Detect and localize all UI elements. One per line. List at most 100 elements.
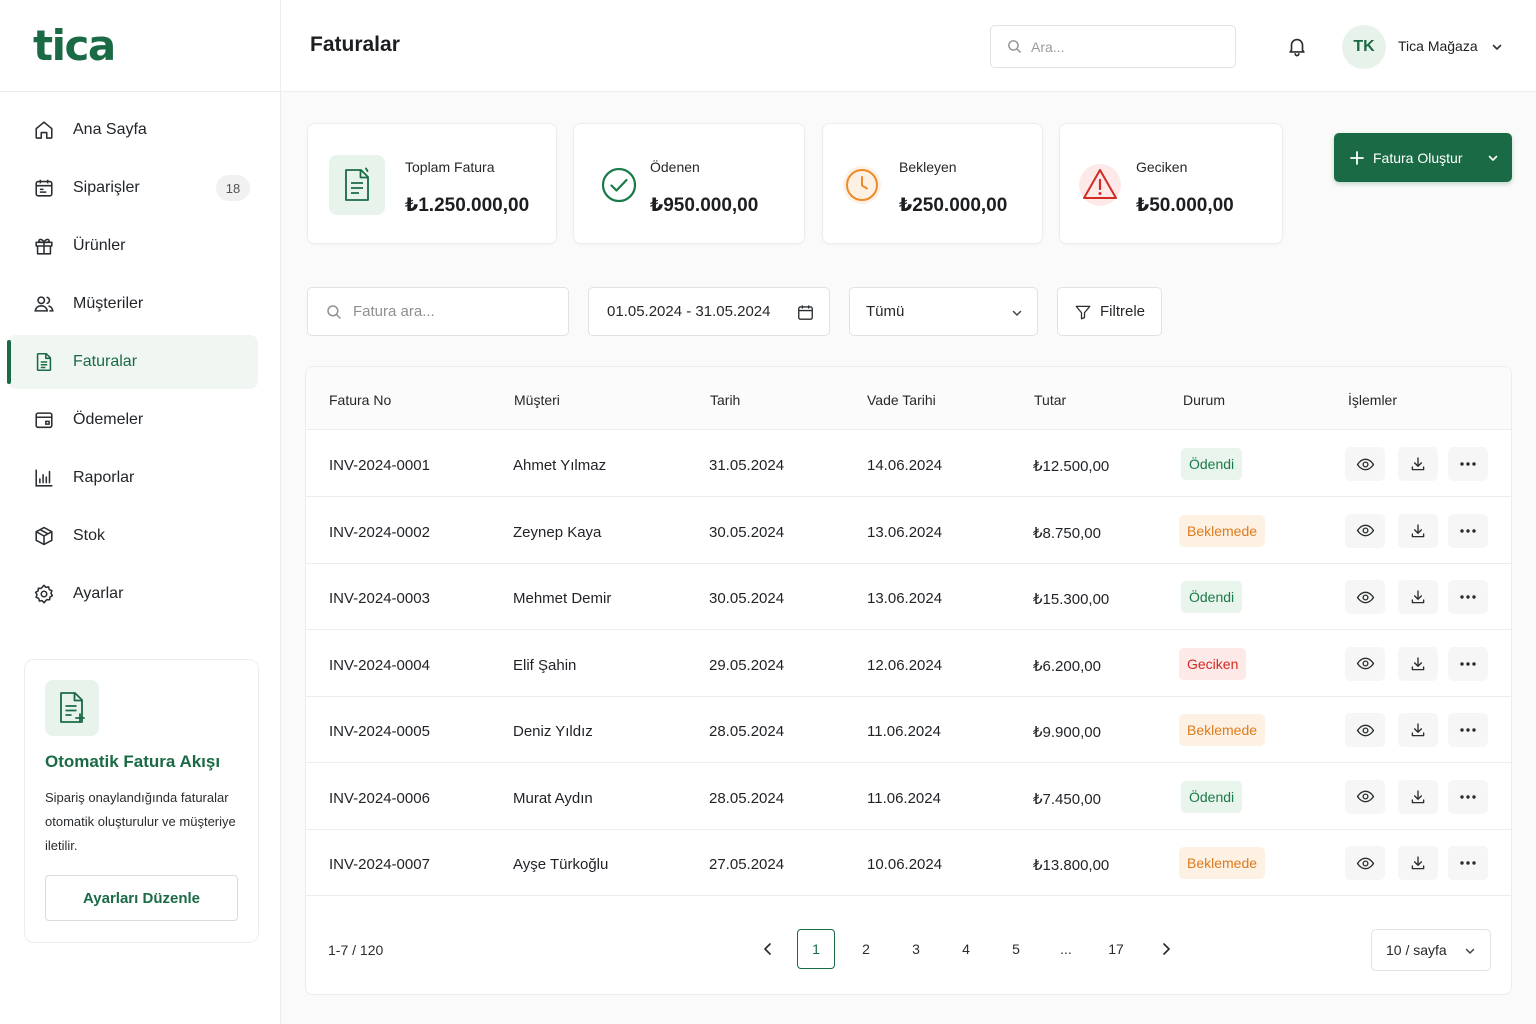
sidebar-item-stock[interactable]: Stok xyxy=(8,509,258,563)
invoice-date: 30.05.2024 xyxy=(709,523,785,541)
invoice-amount: ₺15.300,00 xyxy=(1033,591,1110,608)
column-header-invoice-no[interactable]: Fatura No xyxy=(329,392,391,408)
sidebar-item-customers[interactable]: Müşteriler xyxy=(8,277,258,331)
pagination-prev-button[interactable] xyxy=(749,929,787,969)
page-size-select[interactable]: 10 / sayfa xyxy=(1371,929,1491,971)
sidebar-item-payments[interactable]: Ödemeler xyxy=(8,393,258,447)
table-row[interactable]: INV-2024-0005 Deniz Yıldız 28.05.2024 11.06… xyxy=(306,696,1511,763)
table-row[interactable]: INV-2024-0003 Mehmet Demir 30.05.2024 13.06… xyxy=(306,563,1511,630)
chevron-down-icon xyxy=(1465,948,1475,954)
download-invoice-button[interactable] xyxy=(1398,513,1438,548)
more-actions-button[interactable] xyxy=(1448,580,1488,614)
user-name[interactable]: Tica Mağaza xyxy=(1398,38,1478,54)
invoice-add-icon xyxy=(45,680,99,736)
sidebar-item-label: Siparişler xyxy=(73,179,140,196)
table-row[interactable]: INV-2024-0004 Elif Şahin 29.05.2024 12.06.2… xyxy=(306,630,1511,697)
table-row[interactable]: INV-2024-0001 Ahmet Yılmaz 31.05.2024 14.06… xyxy=(306,430,1511,497)
invoice-number[interactable]: INV-2024-0006 xyxy=(329,790,430,807)
status-select[interactable]: Tümü xyxy=(849,287,1038,336)
column-header-date[interactable]: Tarih xyxy=(710,392,740,408)
pagination-ellipsis: ... xyxy=(1060,941,1072,957)
invoice-search-input[interactable] xyxy=(353,303,543,320)
pagination-page-3[interactable]: 3 xyxy=(897,929,935,969)
invoice-table: Fatura No Müşteri Tarih Vade Tarihi Tuta… xyxy=(305,366,1512,995)
more-actions-button[interactable] xyxy=(1448,447,1488,481)
view-invoice-button[interactable] xyxy=(1345,846,1385,880)
more-actions-button[interactable] xyxy=(1448,646,1488,681)
pagination-page-17[interactable]: 17 xyxy=(1097,929,1135,969)
chevron-down-icon[interactable] xyxy=(1487,152,1499,164)
invoice-number[interactable]: INV-2024-0001 xyxy=(329,457,430,474)
view-invoice-button[interactable] xyxy=(1345,646,1385,681)
date-range-picker[interactable]: 01.05.2024 - 31.05.2024 xyxy=(588,287,830,336)
pagination-next-button[interactable] xyxy=(1147,929,1185,969)
column-header-customer[interactable]: Müşteri xyxy=(514,392,560,408)
more-actions-button[interactable] xyxy=(1448,513,1488,548)
pagination-page-4[interactable]: 4 xyxy=(947,929,985,969)
view-invoice-button[interactable] xyxy=(1345,447,1385,481)
create-invoice-label: Fatura Oluştur xyxy=(1373,149,1463,166)
due-date: 13.06.2024 xyxy=(867,590,943,607)
eye-icon xyxy=(1356,591,1374,603)
invoice-search-box[interactable] xyxy=(307,287,569,336)
create-invoice-button[interactable]: Fatura Oluştur xyxy=(1334,133,1512,182)
view-invoice-button[interactable] xyxy=(1345,513,1385,548)
column-header-due-date[interactable]: Vade Tarihi xyxy=(867,392,936,408)
header-search-box[interactable] xyxy=(990,25,1236,68)
notifications-button[interactable] xyxy=(1286,35,1308,57)
eye-icon xyxy=(1356,724,1374,736)
download-invoice-button[interactable] xyxy=(1398,580,1438,614)
pagination-page-1[interactable]: 1 xyxy=(797,929,835,969)
stat-card-total: Toplam Fatura ₺1.250.000,00 xyxy=(307,123,557,244)
download-invoice-button[interactable] xyxy=(1398,646,1438,681)
pagination-page-2[interactable]: 2 xyxy=(847,929,885,969)
pagination-page-5[interactable]: 5 xyxy=(997,929,1035,969)
download-icon xyxy=(1411,523,1425,537)
more-actions-button[interactable] xyxy=(1448,846,1488,880)
sidebar-item-home[interactable]: Ana Sayfa xyxy=(8,103,258,157)
invoice-number[interactable]: INV-2024-0002 xyxy=(329,524,430,541)
sidebar-item-invoices[interactable]: Faturalar xyxy=(7,335,258,389)
edit-settings-button[interactable]: Ayarları Düzenle xyxy=(45,875,238,921)
status-badge: Ödendi xyxy=(1181,780,1243,813)
more-actions-button[interactable] xyxy=(1448,779,1488,814)
download-invoice-button[interactable] xyxy=(1398,846,1438,880)
sidebar-item-orders[interactable]: Siparişler 18 xyxy=(8,161,258,215)
view-invoice-button[interactable] xyxy=(1345,779,1385,814)
status-badge: Ödendi xyxy=(1181,581,1243,613)
logo-area: tica xyxy=(0,0,280,92)
view-invoice-button[interactable] xyxy=(1345,580,1385,614)
eye-icon xyxy=(1356,657,1374,670)
sidebar-item-label: Ödemeler xyxy=(73,411,144,428)
due-date: 13.06.2024 xyxy=(867,523,943,541)
invoice-amount: ₺12.500,00 xyxy=(1033,458,1110,475)
invoice-number[interactable]: INV-2024-0004 xyxy=(329,657,430,674)
promo-text: Sipariş onaylandığında faturalar otomati… xyxy=(45,790,236,853)
more-horizontal-icon xyxy=(1460,462,1476,466)
table-row[interactable]: INV-2024-0002 Zeynep Kaya 30.05.2024 13.06.… xyxy=(306,497,1511,564)
column-header-status[interactable]: Durum xyxy=(1183,392,1225,408)
download-icon xyxy=(1411,789,1425,803)
sidebar-item-reports[interactable]: Raporlar xyxy=(8,451,258,505)
download-invoice-button[interactable] xyxy=(1398,713,1438,747)
invoice-number[interactable]: INV-2024-0003 xyxy=(329,590,430,607)
invoice-number[interactable]: INV-2024-0005 xyxy=(329,723,430,740)
column-header-amount[interactable]: Tutar xyxy=(1034,392,1066,408)
sidebar-item-products[interactable]: Ürünler xyxy=(8,219,258,273)
column-header-actions: İşlemler xyxy=(1348,392,1398,408)
header-search-input[interactable] xyxy=(1031,38,1221,55)
avatar[interactable]: TK xyxy=(1342,25,1386,69)
chevron-down-icon[interactable] xyxy=(1491,41,1503,53)
brand-logo[interactable]: tica xyxy=(33,21,116,70)
more-actions-button[interactable] xyxy=(1448,713,1488,747)
filter-button[interactable]: Filtrele xyxy=(1057,287,1162,336)
invoice-amount: ₺7.450,00 xyxy=(1033,790,1101,808)
invoice-number[interactable]: INV-2024-0007 xyxy=(329,856,430,873)
sidebar-item-settings[interactable]: Ayarlar xyxy=(8,567,258,621)
table-row[interactable]: INV-2024-0007 Ayşe Türkoğlu 27.05.2024 10.0… xyxy=(306,829,1511,896)
sidebar-item-label: Müşteriler xyxy=(73,295,144,312)
view-invoice-button[interactable] xyxy=(1345,713,1385,747)
table-row[interactable]: INV-2024-0006 Murat Aydın 28.05.2024 11.06.… xyxy=(306,763,1511,830)
download-invoice-button[interactable] xyxy=(1398,779,1438,814)
download-invoice-button[interactable] xyxy=(1398,447,1438,481)
